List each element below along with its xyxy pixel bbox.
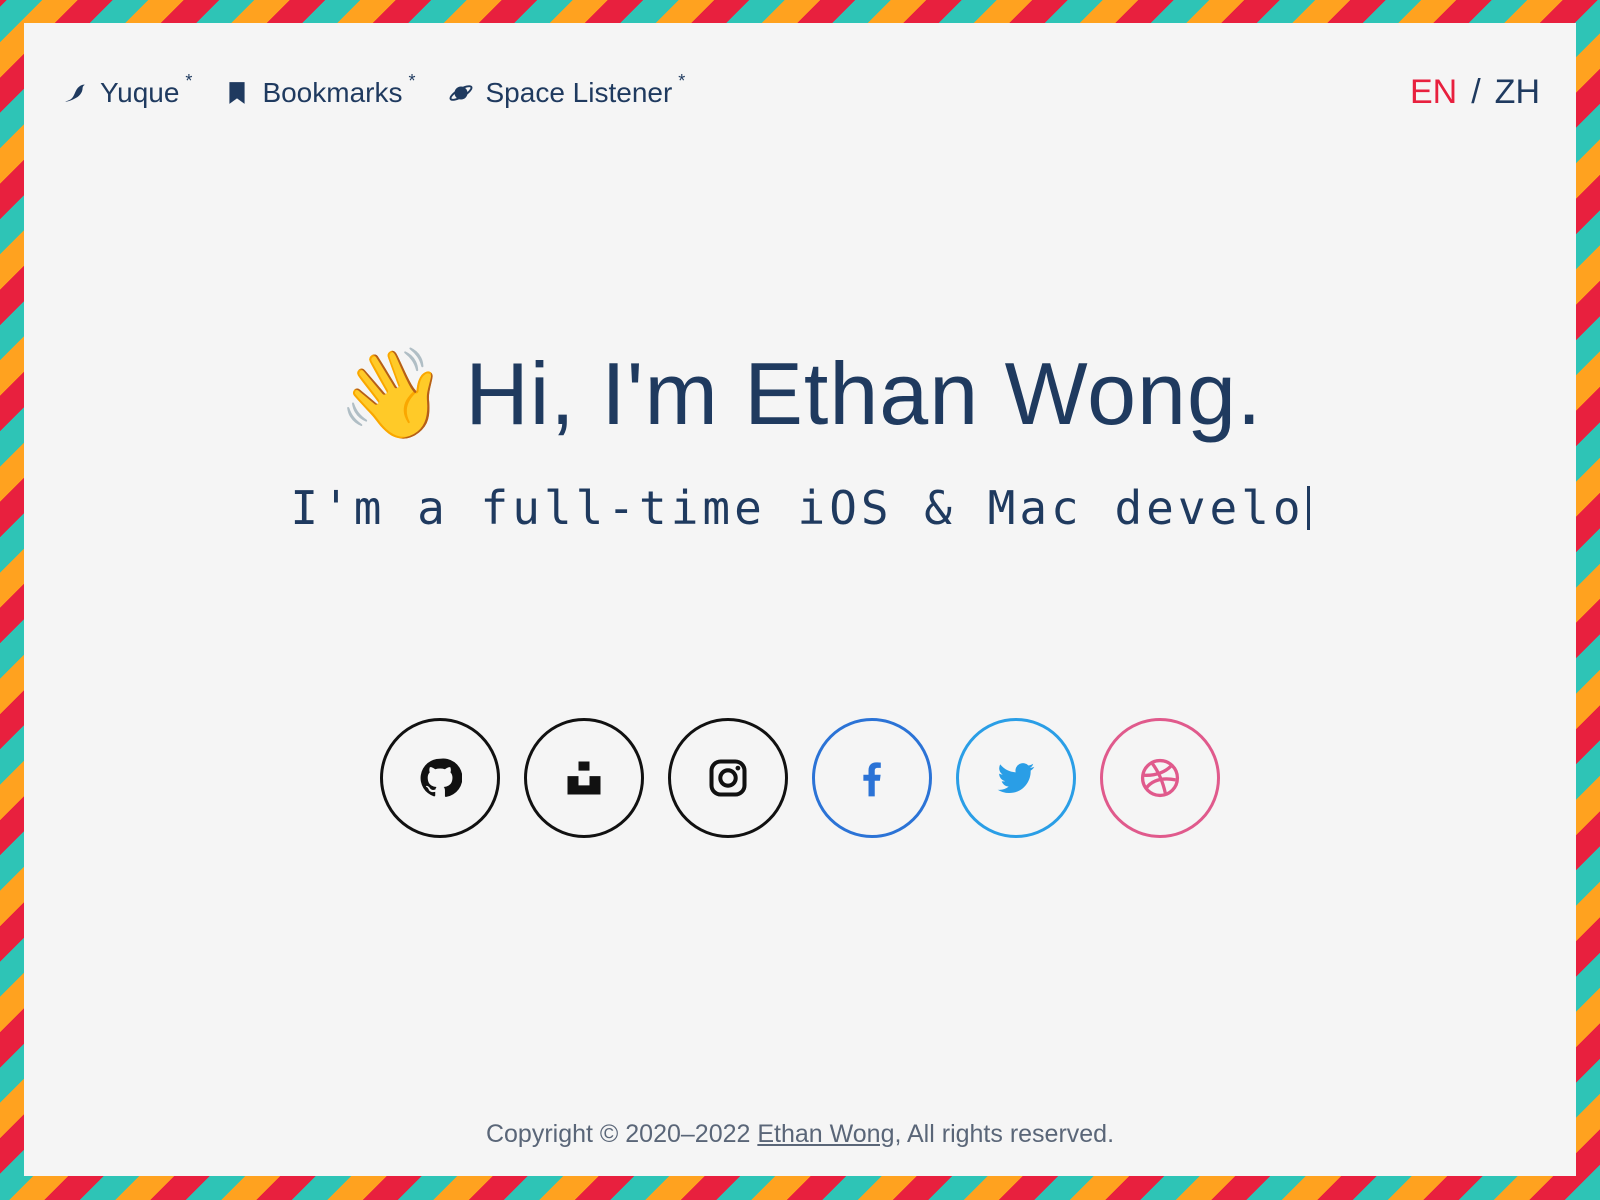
twitter-icon <box>997 763 1035 794</box>
lang-en-option[interactable]: EN <box>1410 73 1457 112</box>
nav-label: Space Listener <box>485 77 673 108</box>
waving-hand-icon: 👋 <box>337 344 448 443</box>
external-mark: * <box>408 70 416 91</box>
dribbble-icon <box>1140 758 1180 798</box>
author-link[interactable]: Ethan Wong <box>757 1120 894 1148</box>
planet-icon <box>449 85 472 101</box>
page-card: Yuque * Bookmarks * Space Listener * EN … <box>24 23 1576 1176</box>
bird-icon <box>65 84 85 102</box>
bookmark-icon <box>229 82 246 104</box>
nav-link-space-listener[interactable]: Space Listener * <box>448 71 685 109</box>
copyright-prefix: Copyright © 2020–2022 <box>485 1120 758 1148</box>
twitter-button[interactable] <box>956 718 1076 838</box>
hero: 👋 Hi, I'm Ethan Wong. I'm a full-time iO… <box>24 343 1576 535</box>
instagram-button[interactable] <box>668 718 788 838</box>
dribbble-button[interactable] <box>1100 718 1220 838</box>
page-title: Hi, I'm Ethan Wong. <box>465 344 1263 443</box>
facebook-icon <box>863 762 881 797</box>
typewriter-subtitle: I'm a full-time iOS & Mac develo <box>24 481 1576 535</box>
external-mark: * <box>185 70 193 91</box>
github-icon <box>420 758 462 797</box>
instagram-icon <box>709 759 747 797</box>
nav-label: Bookmarks <box>262 77 403 108</box>
lang-separator: / <box>1471 73 1481 111</box>
github-button[interactable] <box>380 718 500 838</box>
unsplash-icon <box>567 761 601 795</box>
unsplash-button[interactable] <box>524 718 644 838</box>
headline: 👋 Hi, I'm Ethan Wong. <box>338 343 1263 445</box>
external-mark: * <box>678 70 686 91</box>
language-switcher: EN / ZH <box>1410 73 1540 112</box>
nav-link-yuque[interactable]: Yuque * <box>62 71 192 109</box>
text-cursor <box>1306 486 1310 530</box>
footer: Copyright © 2020–2022 Ethan Wong, All ri… <box>24 1120 1576 1149</box>
social-links <box>24 718 1576 838</box>
subtitle-text: I'm a full-time iOS & Mac develo <box>290 481 1305 535</box>
lang-zh-option[interactable]: ZH <box>1495 73 1540 112</box>
nav-label: Yuque <box>100 77 180 108</box>
facebook-button[interactable] <box>812 718 932 838</box>
top-nav: Yuque * Bookmarks * Space Listener * <box>62 71 717 109</box>
nav-link-bookmarks[interactable]: Bookmarks * <box>224 71 416 109</box>
copyright-suffix: , All rights reserved. <box>894 1120 1115 1148</box>
